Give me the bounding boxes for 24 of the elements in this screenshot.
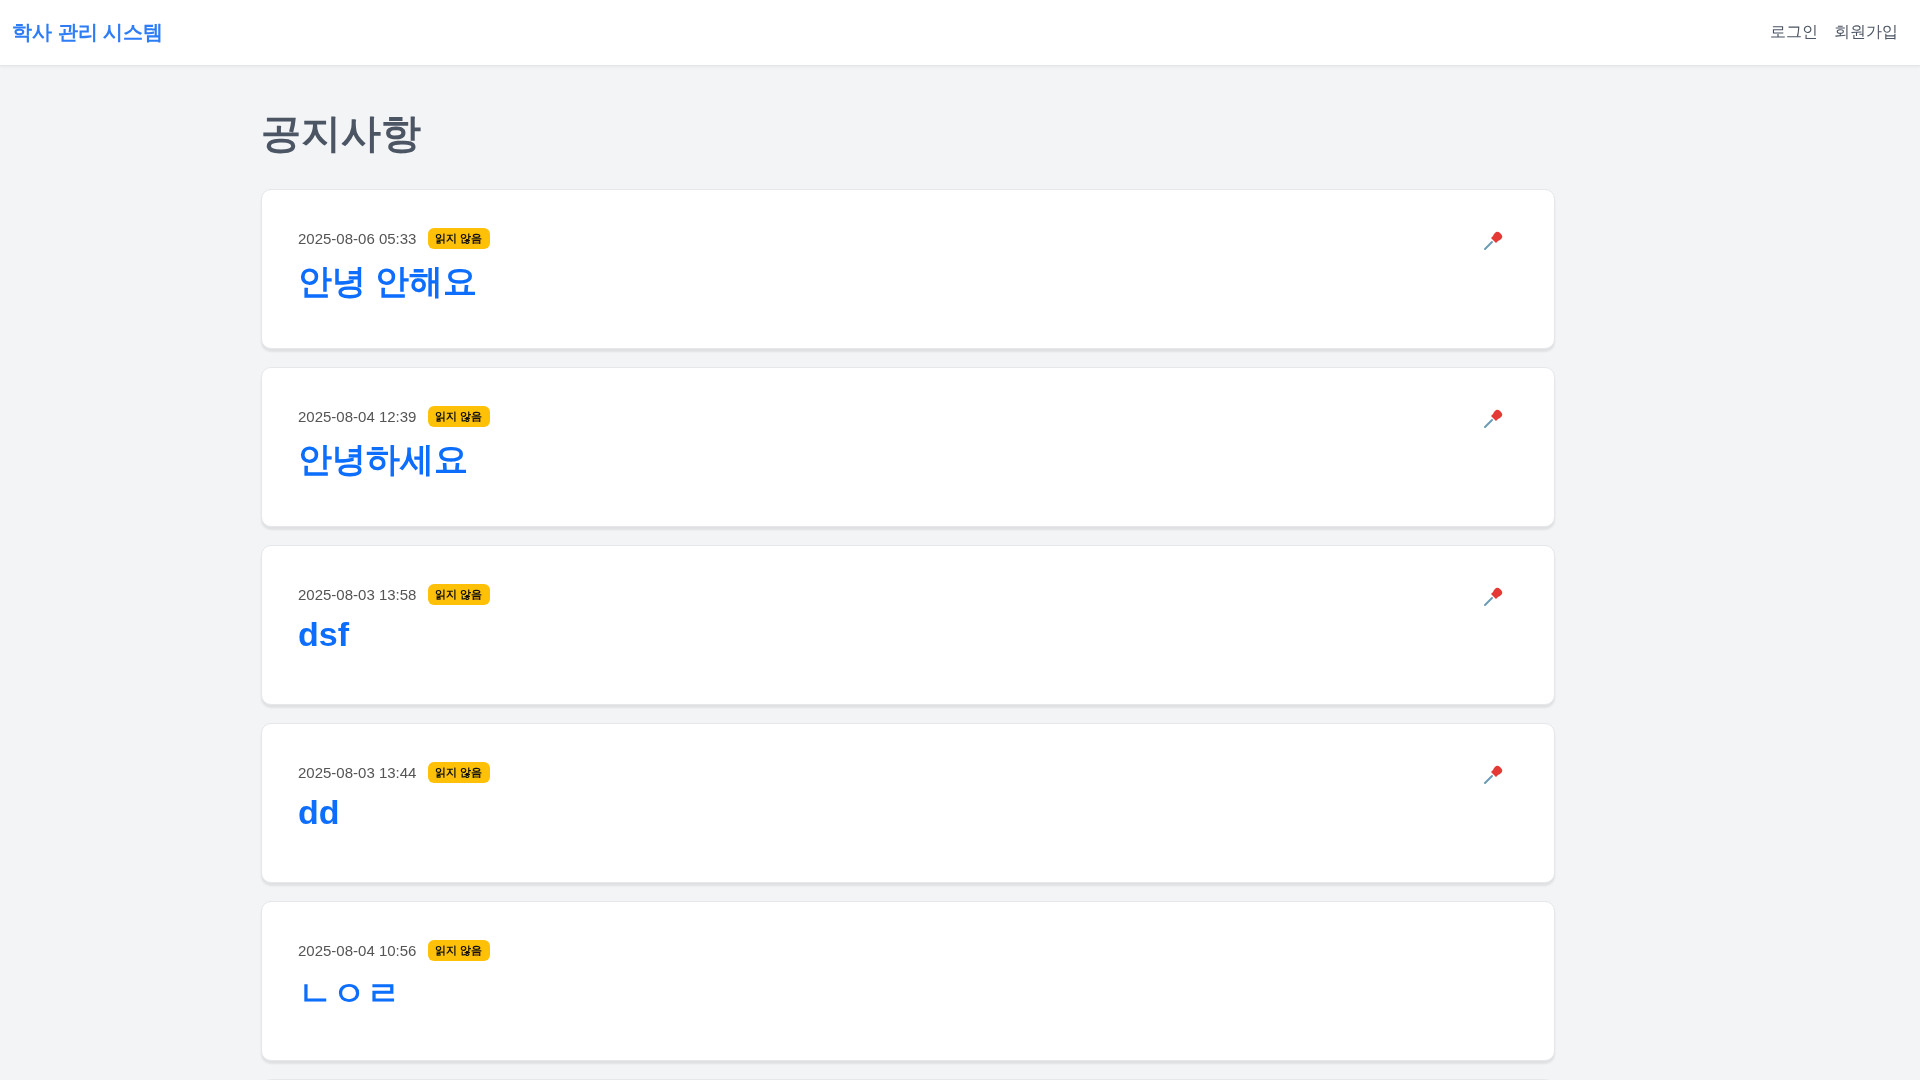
nav-link[interactable]: 로그인 (1770, 22, 1818, 43)
notice-title-link[interactable]: dd (298, 793, 340, 832)
notice-title-link[interactable]: dsf (298, 615, 349, 654)
notice-date: 2025-08-04 10:56 (298, 942, 417, 959)
notice-card[interactable]: 2025-08-06 05:33 읽지 않음 안녕 안해요 (261, 189, 1555, 349)
notice-title-link[interactable]: 안녕 안해요 (298, 259, 478, 305)
unread-badge: 읽지 않음 (428, 584, 490, 605)
page-title: 공지사항 (261, 110, 422, 157)
brand-link[interactable]: 학사 관리 시스템 (12, 19, 164, 46)
unread-badge: 읽지 않음 (428, 228, 490, 249)
notice-card[interactable]: 2025-08-03 13:58 읽지 않음 dsf (261, 545, 1555, 705)
nav-link[interactable]: 회원가입 (1834, 22, 1898, 43)
unread-badge: 읽지 않음 (428, 762, 490, 783)
notice-card[interactable]: 2025-08-03 13:44 읽지 않음 dd (261, 723, 1555, 883)
notice-date: 2025-08-06 05:33 (298, 230, 417, 247)
notice-title-link[interactable]: ㄴㅇㄹ (298, 971, 400, 1017)
notice-date: 2025-08-03 13:44 (298, 764, 417, 781)
unread-badge: 읽지 않음 (428, 940, 490, 961)
notice-date: 2025-08-04 12:39 (298, 408, 417, 425)
notice-date: 2025-08-03 13:58 (298, 586, 417, 603)
unread-badge: 읽지 않음 (428, 406, 490, 427)
notice-title-link[interactable]: 안녕하세요 (298, 437, 468, 483)
notice-card[interactable]: 2025-08-04 12:39 읽지 않음 안녕하세요 (261, 367, 1555, 527)
notice-card[interactable]: 2025-08-04 10:56 읽지 않음 ㄴㅇㄹ (261, 901, 1555, 1061)
